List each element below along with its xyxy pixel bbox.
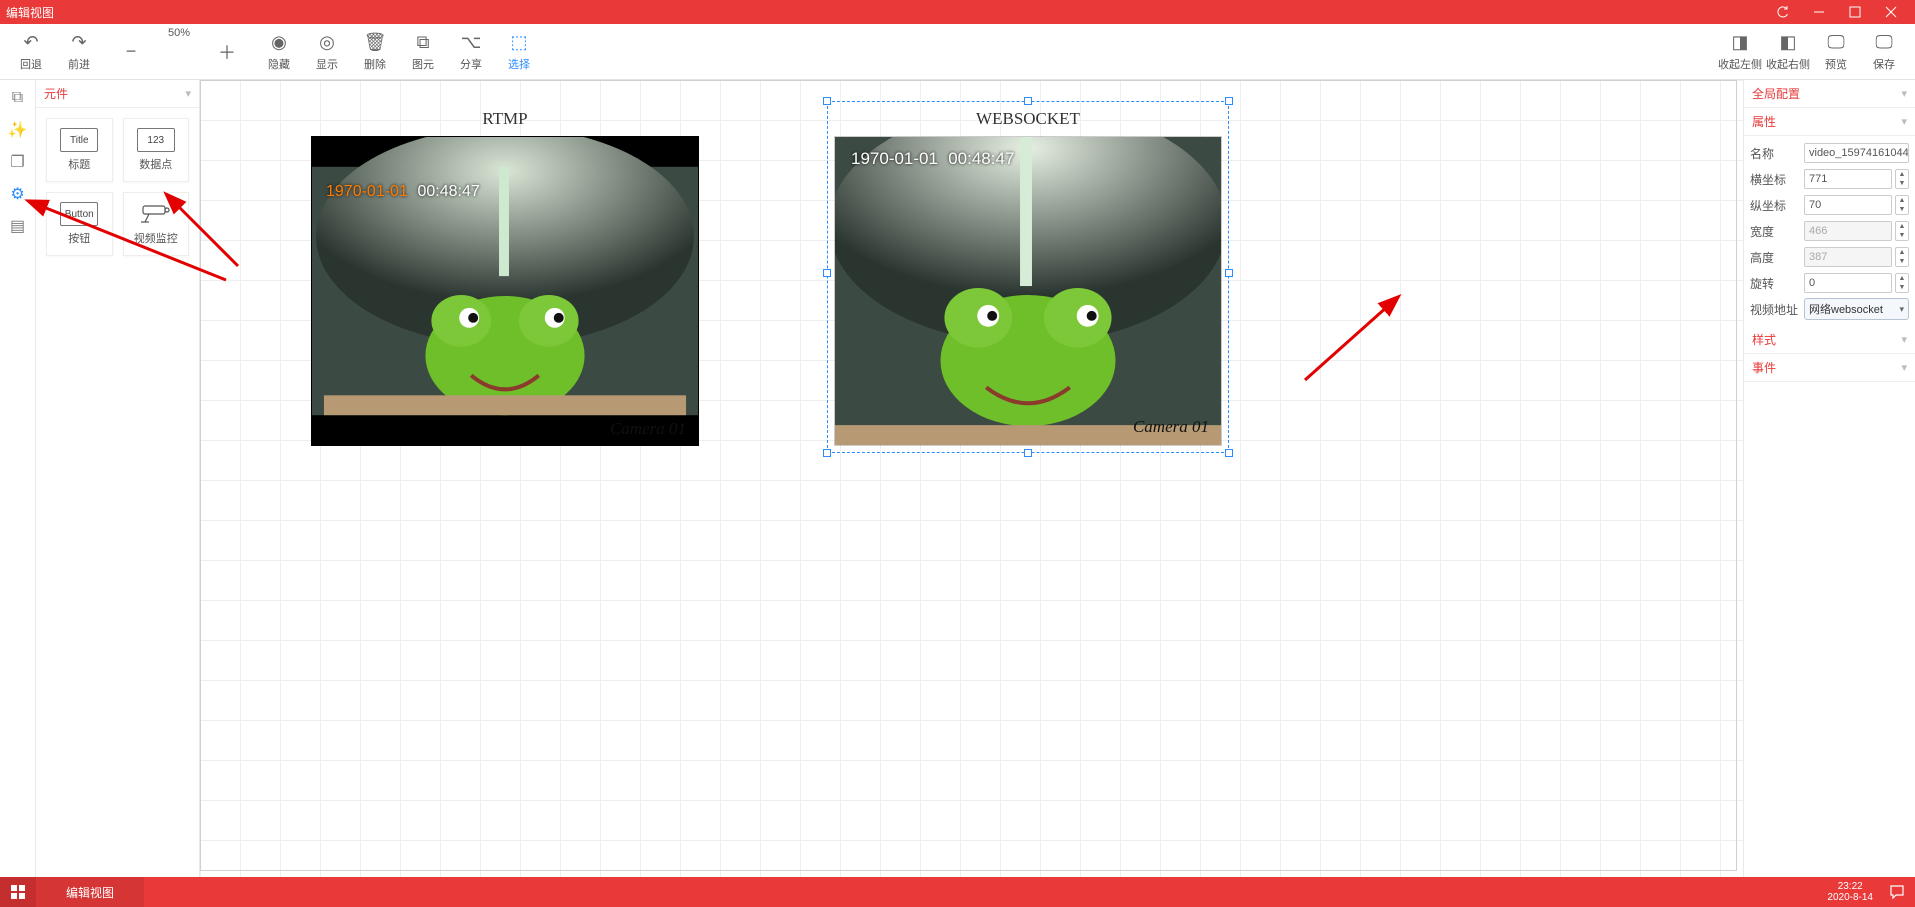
start-button[interactable] [0,877,36,907]
video-rtmp[interactable]: RTMP [311,136,699,446]
properties-panel: 全局配置▾ 属性▾ 名称video_1597416104458 横坐标771▲▼… [1743,80,1915,877]
select-button[interactable]: ⬚选择 [496,27,542,77]
collapse-left-button[interactable]: ◨收起左侧 [1717,27,1763,77]
chevron-icon: ▾ [1901,87,1907,100]
minimize-icon[interactable] [1801,0,1837,24]
name-input[interactable]: video_1597416104458 [1804,143,1909,163]
attributes-body: 名称video_1597416104458 横坐标771▲▼ 纵坐标70▲▼ 宽… [1744,136,1915,326]
taskbar-clock: 23:222020-8-14 [1821,881,1879,903]
collapse-right-button[interactable]: ◧收起右侧 [1765,27,1811,77]
video-rtmp-label: RTMP [482,109,527,129]
attributes-header[interactable]: 属性▾ [1744,108,1915,136]
x-input[interactable]: 771 [1804,169,1892,189]
x-stepper[interactable]: ▲▼ [1895,169,1909,189]
refresh-icon[interactable] [1765,0,1801,24]
zoom-in-button[interactable]: ＋ [204,27,250,77]
video-rtmp-camera: Camera 01 [610,419,686,439]
chevron-icon: ▾ [1901,333,1907,346]
component-title[interactable]: Title 标题 [46,118,113,182]
redo-icon: ↷ [71,32,86,54]
y-stepper[interactable]: ▲▼ [1895,195,1909,215]
chevron-icon: ▾ [1901,115,1907,128]
chevron-icon: ▾ [1901,361,1907,374]
zoom-out-button[interactable]: − [108,27,154,77]
hide-button[interactable]: ◉隐藏 [256,27,302,77]
undo-icon: ↶ [23,32,38,54]
rail-icon-5[interactable]: ▤ [6,214,30,238]
video-rtmp-timestamp: 1970-01-01 00:48:47 [326,181,480,201]
chevron-down-icon: ▾ [1899,304,1904,315]
style-header[interactable]: 样式▾ [1744,326,1915,354]
component-datapoint[interactable]: 123 数据点 [123,118,190,182]
collapse-icon: ▾ [185,87,191,100]
taskbar-app[interactable]: 编辑视图 [36,877,144,907]
save-button[interactable]: 🖵保存 [1861,27,1907,77]
video-websocket-frame [835,137,1221,445]
rail-icon-1[interactable]: ⧉ [6,86,30,110]
notification-icon[interactable] [1879,884,1915,900]
global-config-header[interactable]: 全局配置▾ [1744,80,1915,108]
element-button[interactable]: ⧉图元 [400,27,446,77]
app-title: 编辑视图 [6,4,1765,21]
share-button[interactable]: ⌥分享 [448,27,494,77]
save-icon: 🖵 [1875,32,1892,54]
height-stepper[interactable]: ▲▼ [1895,247,1909,267]
rail-icon-plugin[interactable]: ⚙ [6,182,30,206]
close-icon[interactable] [1873,0,1909,24]
taskbar: 编辑视图 23:222020-8-14 [0,877,1915,907]
rail-icon-3[interactable]: ❐ [6,150,30,174]
minus-icon: − [126,41,137,63]
component-button[interactable]: Button 按钮 [46,192,113,256]
title-icon: Title [60,128,98,152]
monitor-icon: 🖵 [1827,32,1844,54]
component-panel: 元件 ▾ Title 标题 123 数据点 Button 按钮 视频监控 [36,80,200,877]
component-video[interactable]: 视频监控 [123,192,190,256]
event-header[interactable]: 事件▾ [1744,354,1915,382]
video-websocket-timestamp: 1970-01-01 00:48:47 [851,149,1014,169]
undo-button[interactable]: ↶回退 [8,27,54,77]
number-icon: 123 [137,128,175,152]
panel-left-icon: ◨ [1731,32,1748,54]
trash-icon: 🗑 [364,32,387,54]
panel-right-icon: ◧ [1779,32,1796,54]
element-icon: ⧉ [417,32,430,54]
y-input[interactable]: 70 [1804,195,1892,215]
preview-button[interactable]: 🖵预览 [1813,27,1859,77]
rail-icon-2[interactable]: ✨ [6,118,30,142]
width-input[interactable]: 466 [1804,221,1892,241]
rotation-stepper[interactable]: ▲▼ [1895,273,1909,293]
toolbar: ↶回退 ↷前进 − 50% ＋ ◉隐藏 ◎显示 🗑删除 ⧉图元 ⌥分享 ⬚选择 … [0,24,1915,80]
video-websocket-camera: Camera 01 [1133,417,1209,437]
button-icon: Button [60,202,98,226]
titlebar: 编辑视图 [0,0,1915,24]
redo-button[interactable]: ↷前进 [56,27,102,77]
video-websocket-label: WEBSOCKET [976,109,1080,129]
rotation-input[interactable]: 0 [1804,273,1892,293]
left-icon-rail: ⧉ ✨ ❐ ⚙ ▤ [0,80,36,877]
main-area: ⧉ ✨ ❐ ⚙ ▤ 元件 ▾ Title 标题 123 数据点 Button 按… [0,80,1915,877]
delete-button[interactable]: 🗑删除 [352,27,398,77]
camera-icon [137,202,175,226]
show-button[interactable]: ◎显示 [304,27,350,77]
plus-icon: ＋ [218,41,236,63]
video-address-select[interactable]: 网络websocket▾ [1804,298,1909,320]
eye-off-icon: ◉ [271,32,287,54]
canvas[interactable]: RTMP [200,80,1743,877]
eye-icon: ◎ [319,32,335,54]
height-input[interactable]: 387 [1804,247,1892,267]
maximize-icon[interactable] [1837,0,1873,24]
width-stepper[interactable]: ▲▼ [1895,221,1909,241]
zoom-level: 50% [156,27,202,77]
cursor-icon: ⬚ [510,32,527,54]
share-icon: ⌥ [461,32,482,54]
component-panel-header[interactable]: 元件 ▾ [36,80,199,108]
video-websocket[interactable]: WEBSOCKET [834,136,1222,446]
